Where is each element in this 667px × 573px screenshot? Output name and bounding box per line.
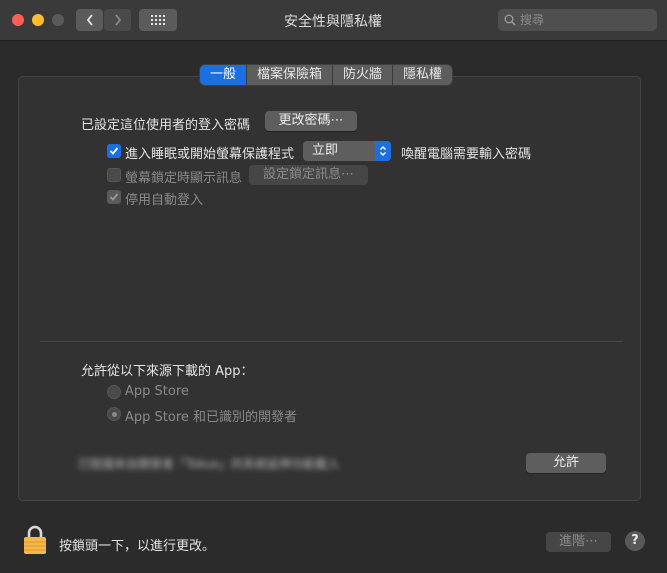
- radio-app-store-label: App Store: [125, 384, 189, 399]
- checkmark-icon: [109, 147, 119, 155]
- zoom-window-button[interactable]: [52, 14, 64, 26]
- back-button[interactable]: [76, 9, 103, 31]
- popup-arrows-icon-wrap: [375, 141, 391, 161]
- radio-app-store-identified[interactable]: [107, 407, 121, 421]
- advanced-button[interactable]: 進階⋯: [546, 532, 611, 552]
- lock-message-label: 螢幕鎖定時顯示訊息: [125, 171, 243, 186]
- search-icon: [504, 14, 516, 26]
- change-password-button[interactable]: 更改密碼⋯: [265, 111, 357, 131]
- allow-button[interactable]: 允許: [526, 453, 606, 473]
- help-button[interactable]: ?: [625, 531, 645, 551]
- section-divider: [40, 341, 623, 342]
- radio-selected-dot: [111, 411, 117, 417]
- radio-app-store-identified-label: App Store 和已識別的開發者: [125, 410, 298, 425]
- tab-general[interactable]: 一般: [200, 65, 248, 85]
- title-bar: 安全性與隱私權: [0, 0, 667, 41]
- lock-instruction-text: 按鎖頭一下，以進行更改。: [59, 539, 216, 554]
- chevron-left-icon: [86, 14, 93, 26]
- set-lock-message-button[interactable]: 設定鎖定訊息⋯: [249, 165, 368, 185]
- search-field[interactable]: [498, 9, 657, 31]
- downloads-heading: 允許從以下來源下載的 App：: [81, 364, 254, 379]
- lock-icon: [24, 525, 46, 554]
- general-panel: [18, 76, 641, 501]
- lock-button[interactable]: [23, 525, 47, 559]
- search-input[interactable]: [516, 13, 645, 27]
- blocked-extension-message: 已阻擋來自開發者「Tokus」的系統延伸功能載入: [78, 457, 340, 471]
- require-password-suffix: 喚醒電腦需要輸入密碼: [401, 147, 532, 162]
- radio-app-store[interactable]: [107, 385, 121, 399]
- require-password-checkbox[interactable]: [107, 144, 121, 158]
- tab-filevault[interactable]: 檔案保險箱: [247, 65, 334, 85]
- minimize-window-button[interactable]: [32, 14, 44, 26]
- tab-firewall[interactable]: 防火牆: [333, 65, 394, 85]
- disable-auto-login-checkbox[interactable]: [107, 190, 121, 204]
- up-down-arrows-icon: [379, 145, 387, 157]
- show-all-button[interactable]: [139, 9, 177, 31]
- close-window-button[interactable]: [12, 14, 24, 26]
- forward-button[interactable]: [104, 9, 131, 31]
- disable-auto-login-label: 停用自動登入: [125, 193, 204, 208]
- password-delay-value: 立即: [312, 143, 339, 158]
- grid-icon: [151, 15, 165, 25]
- tab-privacy[interactable]: 隱私權: [393, 65, 452, 85]
- password-delay-popup[interactable]: 立即: [303, 141, 391, 161]
- lock-message-checkbox[interactable]: [107, 168, 121, 182]
- tab-bar: 一般 檔案保險箱 防火牆 隱私權: [200, 65, 453, 85]
- chevron-right-icon: [114, 14, 121, 26]
- checkmark-icon: [109, 193, 119, 201]
- window-title: 安全性與隱私權: [284, 14, 382, 30]
- require-password-label: 進入睡眠或開始螢幕保護程式: [125, 147, 295, 162]
- password-set-label: 已設定這位使用者的登入密碼: [81, 118, 251, 133]
